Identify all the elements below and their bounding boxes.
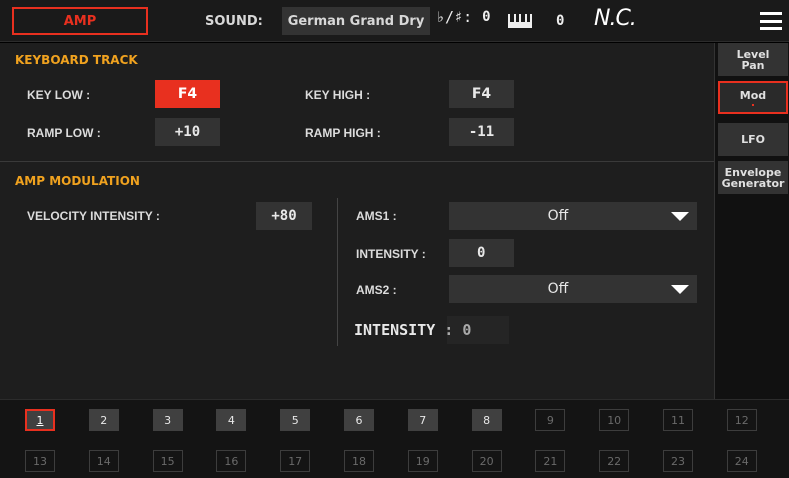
layer-button-16[interactable]: 16: [216, 450, 247, 472]
section-divider: [0, 161, 714, 162]
layer-button-18[interactable]: 18: [344, 450, 374, 472]
layer-button-10[interactable]: 10: [599, 409, 630, 431]
ams1-dropdown[interactable]: Off: [449, 202, 697, 230]
chevron-down-icon: [671, 212, 689, 221]
top-bar: AMP SOUND: German Grand Dry ♭/♯: 0 0 N.C…: [0, 0, 789, 42]
sound-label: SOUND:: [205, 14, 263, 29]
layer-button-23[interactable]: 23: [663, 450, 693, 472]
column-divider: [337, 198, 338, 346]
sound-selector[interactable]: German Grand Dry: [282, 7, 430, 35]
main-panel: KEYBOARD TRACK KEY LOW : F4 KEY HIGH : F…: [0, 43, 714, 399]
layer-button-8[interactable]: 8: [471, 409, 502, 431]
keyboard-track-title: KEYBOARD TRACK: [15, 53, 138, 67]
velocity-intensity-field[interactable]: +80: [256, 202, 312, 230]
layer-button-20[interactable]: 20: [471, 450, 502, 472]
tab-level-pan[interactable]: Level Pan: [718, 43, 788, 76]
layer-button-24[interactable]: 24: [726, 450, 757, 472]
piano-keyboard-icon[interactable]: [508, 14, 532, 28]
ams2-dropdown[interactable]: Off: [449, 275, 697, 303]
layer-button-2[interactable]: 2: [88, 409, 119, 431]
ramp-high-label: RAMP HIGH :: [305, 126, 381, 140]
transpose-value[interactable]: 0: [556, 13, 564, 29]
layer-button-1[interactable]: 1: [25, 409, 55, 431]
ramp-high-field[interactable]: -11: [449, 118, 514, 146]
key-low-field[interactable]: F4: [155, 80, 220, 108]
ramp-low-label: RAMP LOW :: [27, 126, 101, 140]
layer-selector: 1 2 3 4 5 6 7 8 9 10 11 12 13 14 15 16 17 18 19 20 21 22 23 24: [0, 399, 789, 478]
tab-envelope-line2: Generator: [721, 176, 785, 190]
tab-lfo-label: LFO: [741, 133, 765, 146]
ams1-label: AMS1 :: [356, 209, 397, 223]
layer-button-11[interactable]: 11: [663, 409, 693, 431]
layer-button-14[interactable]: 14: [88, 450, 119, 472]
amp-modulation-title: AMP MODULATION: [15, 174, 140, 188]
ams2-value: Off: [547, 281, 569, 297]
layer-button-5[interactable]: 5: [280, 409, 311, 431]
layer-button-7[interactable]: 7: [407, 409, 438, 431]
intensity2-field[interactable]: [447, 316, 509, 344]
tab-level-pan-line2: Pan: [741, 58, 765, 72]
layer-button-4[interactable]: 4: [216, 409, 247, 431]
key-signature-label: ♭/♯:: [436, 8, 473, 26]
ams2-label: AMS2 :: [356, 283, 397, 297]
tab-lfo[interactable]: LFO: [718, 123, 788, 156]
layer-button-3[interactable]: 3: [152, 409, 183, 431]
chevron-down-icon: [671, 285, 689, 294]
layer-button-19[interactable]: 19: [407, 450, 438, 472]
amp-mode-tab[interactable]: AMP: [12, 7, 148, 35]
tab-envelope-line1: Envelope: [724, 165, 782, 179]
ams1-value: Off: [547, 208, 569, 224]
layer-button-6[interactable]: 6: [344, 409, 374, 431]
tab-envelope-generator[interactable]: Envelope Generator: [718, 161, 788, 194]
layer-button-22[interactable]: 22: [599, 450, 630, 472]
intensity1-label: INTENSITY :: [356, 247, 426, 261]
layer-button-15[interactable]: 15: [152, 450, 183, 472]
layer-button-12[interactable]: 12: [726, 409, 757, 431]
intensity1-field[interactable]: 0: [449, 239, 514, 267]
layer-button-17[interactable]: 17: [280, 450, 311, 472]
hamburger-menu-icon[interactable]: [760, 12, 782, 30]
tab-mod-label: Mod: [739, 88, 767, 102]
tab-mod[interactable]: Mod: [718, 81, 788, 114]
layer-button-13[interactable]: 13: [25, 450, 55, 472]
side-tabs: Level Pan Mod LFO Envelope Generator: [714, 43, 789, 399]
key-signature[interactable]: ♭/♯: 0: [436, 8, 491, 26]
key-signature-value: 0: [482, 9, 491, 25]
ramp-low-field[interactable]: +10: [155, 118, 220, 146]
chord-display: N.C.: [594, 6, 637, 31]
velocity-intensity-label: VELOCITY INTENSITY :: [27, 209, 160, 223]
key-high-field[interactable]: F4: [449, 80, 514, 108]
layer-button-21[interactable]: 21: [535, 450, 566, 472]
tab-level-pan-line1: Level: [736, 47, 770, 61]
selected-indicator: [752, 103, 754, 106]
key-high-label: KEY HIGH :: [305, 88, 371, 102]
layer-button-9[interactable]: 9: [535, 409, 566, 431]
key-low-label: KEY LOW :: [27, 88, 91, 102]
